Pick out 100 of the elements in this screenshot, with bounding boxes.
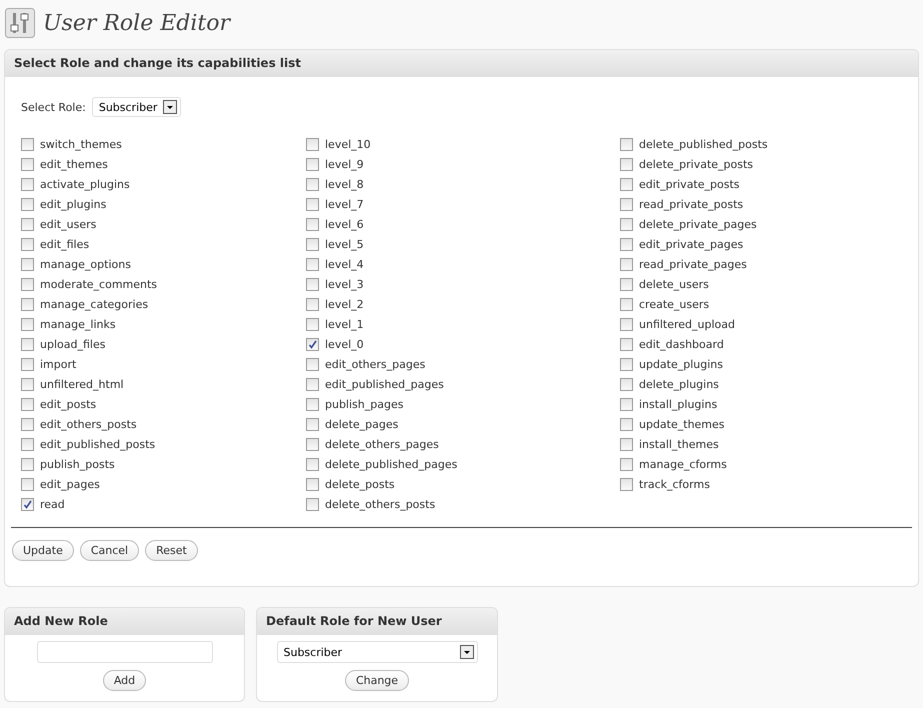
- checkbox[interactable]: [620, 438, 633, 450]
- change-button[interactable]: Change: [344, 670, 410, 691]
- checkbox[interactable]: [21, 418, 34, 430]
- checkbox[interactable]: [21, 158, 34, 170]
- checkbox[interactable]: [620, 158, 633, 170]
- capability-label: activate_plugins: [40, 178, 130, 190]
- capability-label: moderate_comments: [40, 278, 158, 290]
- capability-label: level_4: [325, 258, 364, 270]
- checkbox[interactable]: [21, 398, 34, 410]
- checkbox[interactable]: [306, 138, 319, 150]
- checkbox[interactable]: [306, 278, 319, 290]
- capability-label: edit_users: [40, 218, 96, 230]
- checkbox[interactable]: [21, 198, 34, 210]
- checkbox[interactable]: [620, 138, 633, 150]
- checkbox[interactable]: [306, 438, 319, 450]
- capability-label: edit_published_posts: [40, 438, 156, 450]
- checkbox[interactable]: [21, 258, 34, 270]
- capability-label: level_0: [325, 338, 364, 350]
- checkbox[interactable]: [620, 358, 633, 370]
- capability-label: read_private_posts: [639, 198, 744, 210]
- action-button[interactable]: Cancel: [80, 540, 140, 561]
- capability-label: delete_private_posts: [639, 158, 754, 170]
- checkbox[interactable]: [21, 358, 34, 370]
- checkbox[interactable]: [306, 358, 319, 370]
- capability-label: edit_pages: [40, 478, 100, 490]
- sliders-icon: [5, 8, 35, 38]
- checkbox[interactable]: [620, 418, 633, 430]
- capability-label: edit_others_posts: [40, 418, 137, 430]
- action-button[interactable]: Reset: [145, 540, 198, 561]
- action-button[interactable]: Update: [12, 540, 74, 561]
- capability-label: edit_themes: [40, 158, 108, 170]
- checkbox[interactable]: [21, 318, 34, 330]
- capability-label: delete_others_posts: [325, 498, 436, 510]
- checkbox[interactable]: [620, 378, 633, 390]
- checkbox[interactable]: [306, 398, 319, 410]
- checkbox[interactable]: [620, 258, 633, 270]
- capability-label: level_10: [325, 138, 371, 150]
- checkbox[interactable]: [306, 178, 319, 190]
- capability-label: delete_posts: [325, 478, 395, 490]
- capability-label: delete_published_posts: [639, 138, 768, 150]
- checkbox[interactable]: [306, 158, 319, 170]
- capability-label: install_plugins: [639, 398, 718, 410]
- checkbox[interactable]: [21, 458, 34, 470]
- checkbox[interactable]: [21, 178, 34, 190]
- checkbox[interactable]: [21, 218, 34, 230]
- checkbox[interactable]: [21, 478, 34, 490]
- capability-label: track_cforms: [639, 478, 710, 490]
- add-button[interactable]: Add: [102, 670, 146, 691]
- default-role-dropdown[interactable]: Subscriber: [276, 641, 478, 663]
- capability-label: read_private_pages: [639, 258, 747, 270]
- capability-label: edit_plugins: [40, 198, 106, 210]
- checkbox[interactable]: [306, 198, 319, 210]
- checkbox[interactable]: [306, 458, 319, 470]
- role-dropdown[interactable]: Subscriber: [92, 97, 182, 117]
- capability-label: level_6: [325, 218, 364, 230]
- capability-label: edit_published_pages: [325, 378, 444, 390]
- checkbox[interactable]: [306, 258, 319, 270]
- checkbox[interactable]: [620, 298, 633, 310]
- capability-label: edit_posts: [40, 398, 96, 410]
- checkbox[interactable]: [21, 278, 34, 290]
- capability-label: manage_categories: [40, 298, 148, 310]
- panel-title: Select Role and change its capabilities list: [5, 50, 918, 77]
- capability-label: edit_files: [40, 238, 90, 250]
- checkbox[interactable]: [306, 338, 319, 350]
- capability-label: delete_private_pages: [639, 218, 757, 230]
- checkbox[interactable]: [306, 378, 319, 390]
- checkbox[interactable]: [306, 418, 319, 430]
- checkbox[interactable]: [620, 238, 633, 250]
- checkbox[interactable]: [21, 438, 34, 450]
- panel-title: Default Role for New User: [257, 608, 497, 635]
- checkbox[interactable]: [21, 238, 34, 250]
- checkbox[interactable]: [620, 398, 633, 410]
- checkbox[interactable]: [21, 378, 34, 390]
- capability-label: manage_links: [40, 318, 116, 330]
- checkbox[interactable]: [620, 218, 633, 230]
- checkbox[interactable]: [306, 478, 319, 490]
- checkbox[interactable]: [21, 298, 34, 310]
- checkbox[interactable]: [306, 218, 319, 230]
- checkbox[interactable]: [306, 318, 319, 330]
- checkbox[interactable]: [306, 238, 319, 250]
- capability-label: import: [40, 358, 76, 370]
- capability-label: switch_themes: [40, 138, 122, 150]
- checkbox[interactable]: [620, 318, 633, 330]
- checkbox[interactable]: [620, 458, 633, 470]
- checkbox[interactable]: [306, 498, 319, 510]
- capability-label: level_2: [325, 298, 364, 310]
- checkbox[interactable]: [620, 338, 633, 350]
- checkbox[interactable]: [620, 478, 633, 490]
- checkbox[interactable]: [306, 298, 319, 310]
- capability-label: level_3: [325, 278, 364, 290]
- checkbox[interactable]: [21, 138, 34, 150]
- checkbox[interactable]: [620, 278, 633, 290]
- checkbox[interactable]: [620, 178, 633, 190]
- capability-label: level_5: [325, 238, 364, 250]
- checkbox[interactable]: [21, 498, 34, 510]
- capability-label: level_8: [325, 178, 364, 190]
- checkbox[interactable]: [21, 338, 34, 350]
- checkbox[interactable]: [620, 198, 633, 210]
- role-name-field[interactable]: [36, 641, 212, 663]
- capability-label: read: [40, 498, 65, 510]
